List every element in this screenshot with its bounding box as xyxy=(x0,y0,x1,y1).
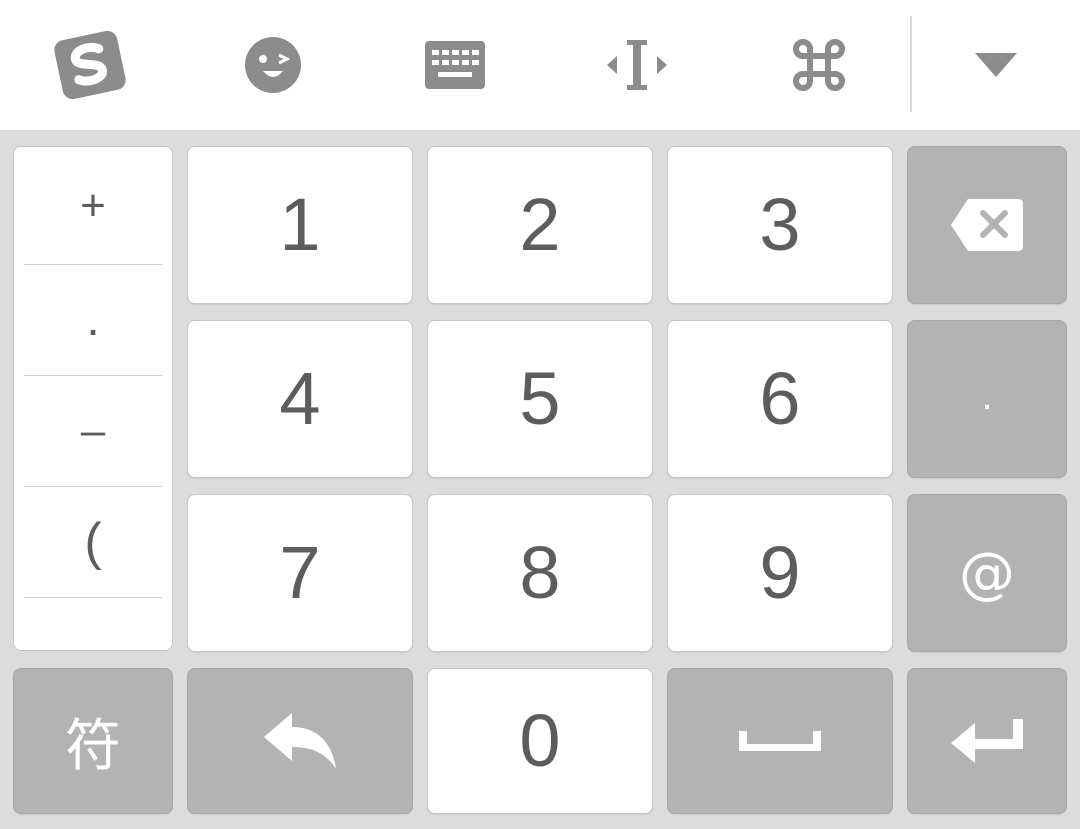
dot-key[interactable]: . xyxy=(907,320,1067,478)
keyboard-icon[interactable] xyxy=(405,15,505,115)
space-bar-icon xyxy=(739,731,821,751)
key-4[interactable]: 4 xyxy=(187,320,413,478)
key-2[interactable]: 2 xyxy=(427,146,653,304)
key-5-label: 5 xyxy=(519,357,561,440)
sogou-logo-icon[interactable] xyxy=(40,15,140,115)
cursor-move-icon[interactable] xyxy=(587,15,687,115)
key-9[interactable]: 9 xyxy=(667,494,893,652)
reply-arrow-icon xyxy=(264,713,336,769)
key-6-label: 6 xyxy=(759,357,801,440)
at-key[interactable]: @ xyxy=(907,494,1067,652)
symbol-key-dash[interactable]: – xyxy=(24,375,162,487)
symbol-dash-label: – xyxy=(80,405,106,455)
collapse-chevron-icon[interactable] xyxy=(946,15,1046,115)
enter-key[interactable] xyxy=(907,668,1067,814)
symbols-key-label: 符 xyxy=(65,713,121,779)
key-7-label: 7 xyxy=(279,531,321,614)
command-icon[interactable] xyxy=(769,15,869,115)
key-9-label: 9 xyxy=(759,531,801,614)
key-4-label: 4 xyxy=(279,357,321,440)
numeric-keyboard: + . – ( 1 2 3 4 5 6 . 7 8 9 @ 符 0 xyxy=(0,130,1080,829)
enter-return-icon xyxy=(951,719,1023,763)
symbol-plus-label: + xyxy=(80,180,106,230)
key-3[interactable]: 3 xyxy=(667,146,893,304)
symbols-key[interactable]: 符 xyxy=(13,668,173,814)
key-1[interactable]: 1 xyxy=(187,146,413,304)
key-5[interactable]: 5 xyxy=(427,320,653,478)
key-2-label: 2 xyxy=(519,183,561,266)
symbol-paren-label: ( xyxy=(84,512,102,571)
symbol-key-paren[interactable]: ( xyxy=(24,486,162,598)
key-1-label: 1 xyxy=(279,183,321,266)
key-6[interactable]: 6 xyxy=(667,320,893,478)
key-3-label: 3 xyxy=(759,183,801,266)
key-0[interactable]: 0 xyxy=(427,668,653,814)
key-8[interactable]: 8 xyxy=(427,494,653,652)
backspace-icon xyxy=(951,199,1023,251)
dot-key-label: . xyxy=(981,373,993,418)
key-8-label: 8 xyxy=(519,531,561,614)
emoji-icon[interactable] xyxy=(223,15,323,115)
symbol-key-dot[interactable]: . xyxy=(24,264,162,376)
key-7[interactable]: 7 xyxy=(187,494,413,652)
symbol-column: + . – ( xyxy=(13,146,173,651)
backspace-key[interactable] xyxy=(907,146,1067,304)
back-key[interactable] xyxy=(187,668,413,814)
space-key[interactable] xyxy=(667,668,893,814)
symbol-key-plus[interactable]: + xyxy=(24,147,162,265)
symbol-dot-label: . xyxy=(86,293,100,346)
at-key-label: @ xyxy=(959,540,1015,606)
toolbar-divider xyxy=(910,16,912,112)
keyboard-toolbar xyxy=(0,0,1080,130)
key-0-label: 0 xyxy=(519,699,561,782)
